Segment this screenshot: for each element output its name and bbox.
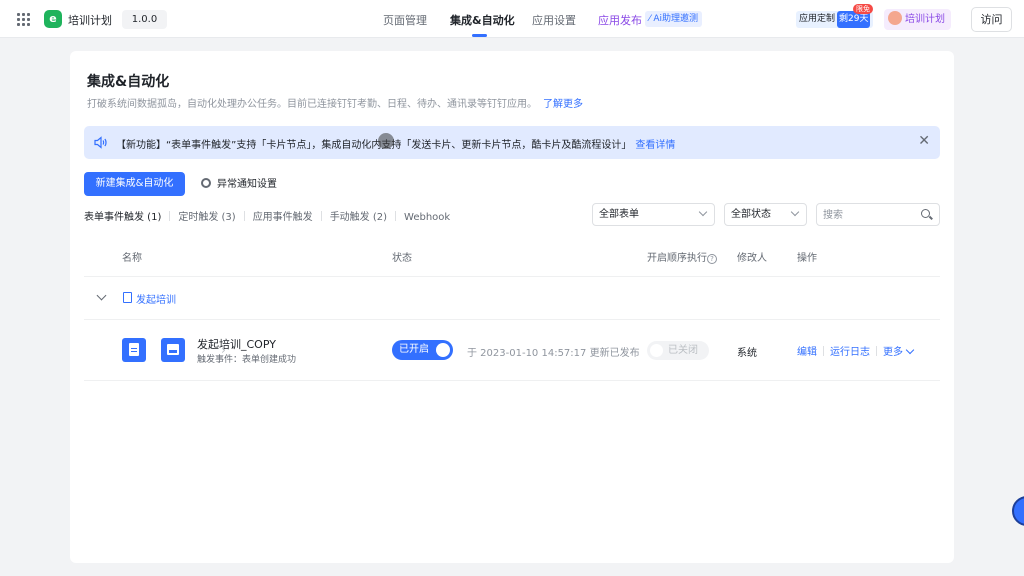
tab-form-event[interactable]: 表单事件触发 (1) bbox=[84, 208, 161, 223]
app-grid-icon[interactable] bbox=[17, 13, 30, 26]
mouse-cursor bbox=[378, 133, 394, 149]
app-logo-icon: e bbox=[44, 10, 62, 28]
flow-name[interactable]: 发起培训_COPY bbox=[197, 336, 276, 352]
row-actions: 编辑 运行日志 更多 bbox=[797, 343, 915, 358]
card-node-icon bbox=[161, 338, 185, 362]
trigger-tabs: 表单事件触发 (1) 定时触发 (3) 应用事件触发 手动触发 (2) Webhook bbox=[84, 208, 450, 223]
tab-app-event[interactable]: 应用事件触发 bbox=[253, 208, 313, 223]
ai-badge-label: Ai助理邀测 bbox=[653, 14, 699, 24]
nav-integration-automation[interactable]: 集成&自动化 bbox=[450, 12, 515, 28]
form-trigger-icon bbox=[122, 338, 146, 362]
nav-active-indicator bbox=[472, 34, 487, 37]
flow-trigger-event: 触发事件：表单创建成功 bbox=[197, 355, 297, 365]
publish-timestamp: 于 2023-01-10 14:57:17 更新已发布 bbox=[467, 348, 640, 359]
action-divider bbox=[876, 346, 877, 356]
nav-app-settings[interactable]: 应用设置 bbox=[532, 12, 576, 28]
tab-divider bbox=[243, 211, 245, 221]
exception-notify-settings-button[interactable]: 异常通知设置 bbox=[201, 175, 277, 190]
search-input[interactable] bbox=[823, 208, 918, 222]
column-header-modifier: 修改人 bbox=[737, 253, 767, 264]
discount-tag: 限免 bbox=[853, 4, 873, 14]
top-bar: e 培训计划 1.0.0 页面管理 集成&自动化 应用设置 应用发布 ⁄ Ai助… bbox=[0, 0, 1024, 38]
nav-app-publish[interactable]: 应用发布 bbox=[598, 12, 642, 28]
toggle-knob bbox=[650, 344, 663, 357]
edit-link[interactable]: 编辑 bbox=[797, 347, 817, 358]
divider bbox=[84, 276, 940, 277]
tab-divider bbox=[395, 211, 397, 221]
settings-label: 异常通知设置 bbox=[217, 179, 277, 190]
ai-assistant-badge[interactable]: ⁄ Ai助理邀测 bbox=[645, 11, 703, 27]
help-icon[interactable]: ? bbox=[707, 254, 717, 264]
notice-message: 【新功能】“表单事件触发”支持「卡片节点」，集成自动化内支持「发送卡片、更新卡片… bbox=[116, 140, 632, 151]
sequential-header-label: 开启顺序执行 bbox=[647, 253, 707, 264]
tab-webhook[interactable]: Webhook bbox=[404, 212, 450, 223]
run-log-link[interactable]: 运行日志 bbox=[830, 347, 870, 358]
form-filter-select[interactable]: 全部表单 bbox=[592, 203, 715, 226]
visit-button[interactable]: 访问 bbox=[971, 7, 1012, 32]
divider bbox=[84, 380, 940, 381]
more-link[interactable]: 更多 bbox=[883, 347, 903, 358]
modifier-name: 系统 bbox=[737, 348, 757, 359]
toggle-knob bbox=[436, 343, 450, 357]
search-icon[interactable] bbox=[921, 209, 930, 218]
status-filter-select[interactable]: 全部状态 bbox=[724, 203, 807, 226]
divider bbox=[84, 319, 940, 320]
column-header-status: 状态 bbox=[392, 253, 412, 264]
chevron-down-icon bbox=[790, 207, 800, 217]
tab-divider bbox=[320, 211, 322, 221]
column-header-sequential: 开启顺序执行? bbox=[647, 249, 717, 264]
speaker-icon bbox=[94, 136, 107, 149]
tab-scheduled[interactable]: 定时触发 (3) bbox=[178, 208, 235, 223]
notice-text: 【新功能】“表单事件触发”支持「卡片节点」，集成自动化内支持「发送卡片、更新卡片… bbox=[116, 136, 675, 151]
column-header-ops: 操作 bbox=[797, 253, 817, 264]
assistant-float-button[interactable] bbox=[1012, 496, 1024, 526]
plan-chip[interactable]: 培训计划 bbox=[884, 9, 951, 30]
customize-label: 应用定制 bbox=[799, 14, 836, 24]
app-name: 培训计划 bbox=[68, 14, 112, 27]
description-text: 打破系统间数据孤岛，自动化处理办公任务。目前已连接钉钉考勤、日程、待办、通讯录等… bbox=[87, 99, 537, 110]
status-toggle-label: 已开启 bbox=[399, 344, 429, 355]
search-box bbox=[816, 203, 940, 226]
sequential-toggle[interactable]: 已关闭 bbox=[647, 341, 709, 360]
nav-page-management[interactable]: 页面管理 bbox=[383, 12, 427, 28]
close-icon[interactable]: ✕ bbox=[918, 133, 930, 149]
column-header-name: 名称 bbox=[122, 253, 142, 264]
sequential-toggle-label: 已关闭 bbox=[668, 345, 698, 356]
tab-manual[interactable]: 手动触发 (2) bbox=[330, 208, 387, 223]
avatar bbox=[888, 11, 902, 25]
chevron-down-icon[interactable] bbox=[905, 345, 915, 355]
plan-chip-label: 培训计划 bbox=[905, 14, 945, 25]
chevron-down-icon bbox=[698, 207, 708, 217]
version-badge[interactable]: 1.0.0 bbox=[122, 10, 167, 29]
learn-more-link[interactable]: 了解更多 bbox=[543, 99, 583, 110]
chevron-down-icon[interactable] bbox=[96, 290, 107, 301]
new-automation-button[interactable]: 新建集成&自动化 bbox=[84, 172, 185, 196]
group-form-name[interactable]: 发起培训 bbox=[136, 291, 176, 306]
form-filter-value: 全部表单 bbox=[599, 209, 639, 220]
action-divider bbox=[823, 346, 824, 356]
page-description: 打破系统间数据孤岛，自动化处理办公任务。目前已连接钉钉考勤、日程、待办、通讯录等… bbox=[87, 95, 583, 110]
gear-icon bbox=[201, 178, 211, 188]
page-title: 集成&自动化 bbox=[87, 74, 170, 90]
tab-divider bbox=[169, 211, 171, 221]
main-card: 集成&自动化 打破系统间数据孤岛，自动化处理办公任务。目前已连接钉钉考勤、日程、… bbox=[70, 51, 954, 563]
status-toggle[interactable]: 已开启 bbox=[392, 340, 453, 360]
status-filter-value: 全部状态 bbox=[731, 209, 771, 220]
view-details-link[interactable]: 查看详情 bbox=[635, 140, 675, 151]
form-doc-icon bbox=[123, 292, 132, 303]
feature-notice: 【新功能】“表单事件触发”支持「卡片节点」，集成自动化内支持「发送卡片、更新卡片… bbox=[84, 126, 940, 159]
